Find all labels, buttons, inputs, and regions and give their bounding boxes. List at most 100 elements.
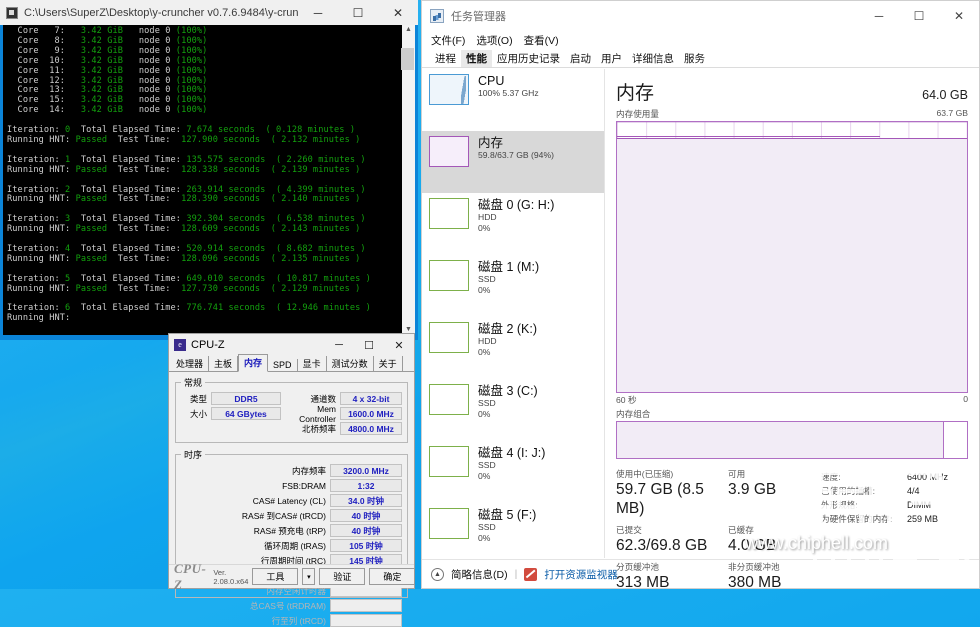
- sidebar-item-name: 磁盘 1 (M:): [478, 260, 540, 274]
- taskmgr-tab-2[interactable]: 应用历史记录: [492, 50, 565, 67]
- cpuz-minimize-button[interactable]: ─: [324, 339, 354, 351]
- cpuz-titlebar[interactable]: e CPU-Z ─ ☐ ✕: [169, 334, 414, 356]
- sidebar-item-5[interactable]: 磁盘 3 (C:) SSD 0%: [422, 379, 604, 441]
- taskmgr-tab-bar[interactable]: 进程 性能 应用历史记录 启动 用户 详细信息 服务: [422, 49, 979, 68]
- console-icon: [6, 6, 18, 19]
- taskmgr-tab-1[interactable]: 性能: [461, 50, 492, 67]
- cpuz-northbridge-label: 北桥频率: [301, 423, 336, 434]
- taskmgr-titlebar[interactable]: 任务管理器 ─ ☐ ✕: [422, 1, 979, 31]
- cpuz-timing-value-5: 105 时钟: [330, 539, 402, 552]
- cpuz-timing-label-5: 循环周期 (tRAS): [264, 540, 326, 551]
- cpuz-size-value: 64 GBytes: [211, 407, 281, 420]
- taskmgr-menu-item-1[interactable]: 选项(O): [476, 33, 512, 48]
- taskmgr-resource-sidebar[interactable]: CPU 100% 5.37 GHz 内存 59.8/63.7 GB (94%) 磁盘 0…: [422, 69, 605, 558]
- taskmgr-minimize-button[interactable]: ─: [859, 9, 899, 23]
- sidebar-item-3[interactable]: 磁盘 1 (M:) SSD 0%: [422, 255, 604, 317]
- sidebar-item-6[interactable]: 磁盘 4 (I: J:) SSD 0%: [422, 441, 604, 503]
- cpuz-timing-value-10: [330, 614, 402, 627]
- ycruncher-titlebar[interactable]: C:\Users\SuperZ\Desktop\y-cruncher v0.7.…: [0, 0, 418, 25]
- cpuz-general-group: 常规 类型 DDR5 大小 64 GBytes 通道数 4 x 32-bit M…: [175, 376, 408, 443]
- ycruncher-minimize-button[interactable]: ─: [298, 0, 338, 25]
- ycruncher-window[interactable]: C:\Users\SuperZ\Desktop\y-cruncher v0.7.…: [0, 0, 418, 340]
- memory-info-row-0: 速度: 6400 MHz: [821, 470, 948, 484]
- memory-composition-label: 内存组合: [616, 409, 651, 419]
- taskmgr-menu-item-2[interactable]: 查看(V): [524, 33, 559, 48]
- cpuz-nb-row: 北桥频率 4800.0 MHz: [285, 422, 402, 435]
- cpuz-tab-bar[interactable]: 处理器 主板 内存 SPD 显卡 测试分数 关于: [169, 354, 414, 372]
- cpuz-version-label: Ver. 2.08.0.x64: [213, 567, 249, 586]
- cpuz-timing-value-0: 3200.0 MHz: [330, 464, 402, 477]
- cpuz-tab-5[interactable]: 测试分数: [327, 356, 374, 371]
- cpuz-window[interactable]: e CPU-Z ─ ☐ ✕ 处理器 主板 内存 SPD 显卡 测试分数 关于 常规 类型 D…: [168, 333, 416, 627]
- memory-composition-bar[interactable]: [616, 421, 968, 459]
- cpuz-ok-button[interactable]: 确定: [369, 568, 416, 585]
- cpuz-type-value: DDR5: [211, 392, 281, 405]
- composition-in-use-segment: [617, 422, 945, 458]
- cpuz-tab-4[interactable]: 显卡: [298, 356, 327, 371]
- cpuz-close-button[interactable]: ✕: [384, 339, 414, 352]
- chevron-up-icon[interactable]: ▲: [431, 567, 444, 581]
- scroll-up-arrow[interactable]: ▲: [405, 25, 412, 35]
- cpuz-timing-label-1: FSB:DRAM: [282, 480, 326, 491]
- cpuz-tab-1[interactable]: 主板: [209, 356, 239, 371]
- cpuz-maximize-button[interactable]: ☐: [354, 339, 384, 352]
- memory-stat-cell: 使用中(已压缩) 59.7 GB (8.5 MB): [616, 469, 728, 518]
- dsk-thumbnail-icon: [429, 260, 469, 291]
- sidebar-item-4[interactable]: 磁盘 2 (K:) HDD 0%: [422, 317, 604, 379]
- cpuz-tab-label: 关于: [378, 359, 397, 369]
- cpuz-northbridge-value: 4800.0 MHz: [340, 422, 402, 435]
- taskmgr-tab-6[interactable]: 服务: [679, 50, 710, 67]
- open-resource-monitor-link[interactable]: 打开资源监视器: [544, 567, 618, 582]
- sidebar-item-1[interactable]: 内存 59.8/63.7 GB (94%): [422, 131, 604, 193]
- cpuz-size-row: 大小 64 GBytes: [181, 407, 285, 420]
- cpuz-tools-dropdown-icon[interactable]: ▾: [302, 568, 316, 585]
- cpuz-timing-label-9: 总CAS号 (tRDRAM): [249, 600, 326, 611]
- sidebar-item-text: 磁盘 5 (F:) SSD 0%: [478, 508, 536, 544]
- cpuz-tab-2[interactable]: 内存: [238, 354, 269, 372]
- memory-stat-group: 使用中(已压缩) 59.7 GB (8.5 MB) 可用 3.9 GB: [616, 469, 821, 518]
- cpuz-timing-row: 循环周期 (tRAS) 105 时钟: [181, 539, 402, 552]
- taskmgr-tab-3[interactable]: 启动: [565, 50, 596, 67]
- sidebar-item-2[interactable]: 磁盘 0 (G: H:) HDD 0%: [422, 193, 604, 255]
- memory-usage-graph: [616, 121, 968, 393]
- task-manager-window[interactable]: 任务管理器 ─ ☐ ✕ 文件(F) 选项(O) 查看(V) 进程 性能 应用历史记录 启动…: [421, 0, 980, 591]
- taskmgr-close-button[interactable]: ✕: [939, 9, 979, 23]
- memory-info-value: 6400 MHz: [907, 472, 949, 482]
- taskmgr-menu-item-0[interactable]: 文件(F): [431, 33, 465, 48]
- taskmgr-tab-4[interactable]: 用户: [596, 50, 627, 67]
- cpuz-type-row: 类型 DDR5: [181, 392, 285, 405]
- ycruncher-maximize-button[interactable]: ☐: [338, 0, 378, 25]
- cpuz-tab-label: 显卡: [302, 359, 321, 369]
- cpuz-tools-button[interactable]: 工具: [252, 568, 299, 585]
- dsk-thumbnail-icon: [429, 446, 469, 477]
- sidebar-item-name: CPU: [478, 74, 505, 88]
- taskmgr-maximize-button[interactable]: ☐: [899, 9, 939, 23]
- status-separator: |: [514, 568, 518, 580]
- memory-stat-key: 已提交: [616, 525, 642, 535]
- console-scrollbar-thumb[interactable]: [401, 48, 414, 70]
- memory-stat-cell: 已提交 62.3/69.8 GB: [616, 525, 728, 555]
- sidebar-item-text: 磁盘 1 (M:) SSD 0%: [478, 260, 539, 296]
- cpuz-timing-label-0: 内存频率: [291, 465, 326, 476]
- taskmgr-tab-0[interactable]: 进程: [430, 50, 461, 67]
- sidebar-item-name: 磁盘 5 (F:): [478, 508, 537, 522]
- sidebar-item-text: CPU 100% 5.37 GHz: [478, 74, 539, 99]
- fewer-details-label[interactable]: 简略信息(D): [451, 567, 508, 582]
- cpuz-tab-3[interactable]: SPD: [268, 359, 298, 371]
- ycruncher-close-button[interactable]: ✕: [378, 0, 418, 25]
- resource-monitor-icon[interactable]: [524, 567, 538, 581]
- sidebar-item-0[interactable]: CPU 100% 5.37 GHz: [422, 69, 604, 131]
- cpuz-tab-0[interactable]: 处理器: [171, 356, 210, 371]
- sidebar-item-7[interactable]: 磁盘 5 (F:) SSD 0%: [422, 503, 604, 558]
- cpuz-channels-value: 4 x 32-bit: [340, 392, 402, 405]
- cpuz-tab-6[interactable]: 关于: [374, 356, 403, 371]
- graph-axis-right: 0: [963, 394, 968, 404]
- taskmgr-menu-bar[interactable]: 文件(F) 选项(O) 查看(V): [422, 31, 979, 49]
- taskmgr-tab-5[interactable]: 详细信息: [627, 50, 679, 67]
- cpuz-validate-button[interactable]: 验证: [319, 568, 366, 585]
- console-scrollbar[interactable]: ▲ ▼: [401, 25, 415, 335]
- cpuz-timing-value-9: [330, 599, 402, 612]
- memory-header: 内存 64.0 GB: [616, 78, 968, 105]
- cpuz-timing-row: 行至列 (tRCD): [181, 614, 402, 627]
- cpu-thumbnail-icon: [429, 74, 469, 105]
